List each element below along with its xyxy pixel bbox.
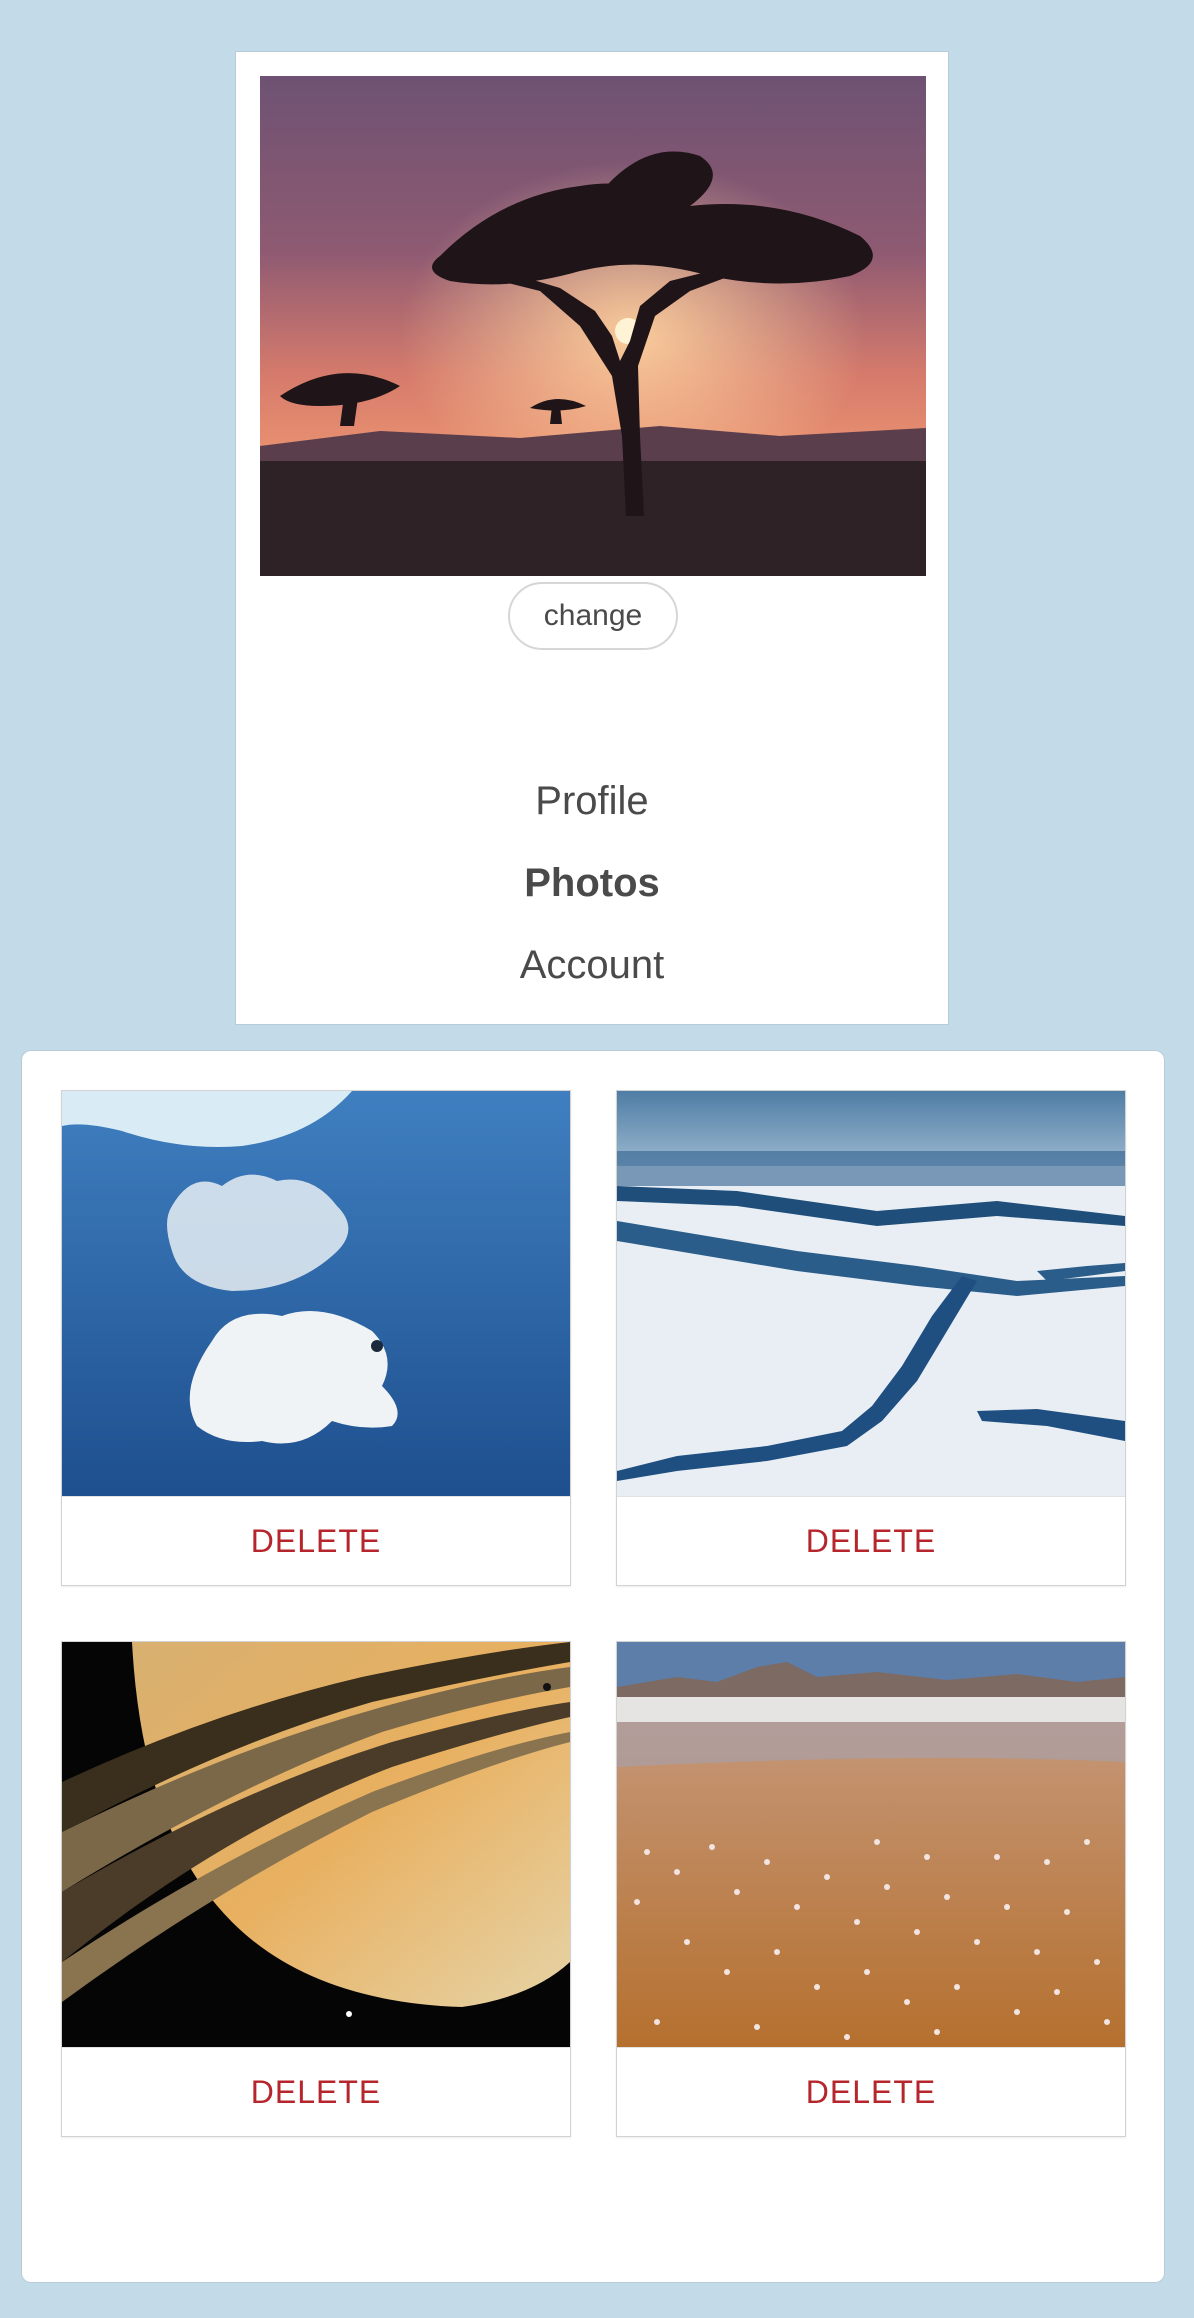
- flamingos-photo: [617, 1642, 1125, 2047]
- photo-card: DELETE: [616, 1090, 1126, 1586]
- saturn-photo: [62, 1642, 570, 2047]
- polar-bear-photo: [62, 1091, 570, 1496]
- change-cover-button[interactable]: change: [508, 582, 678, 650]
- delete-button[interactable]: DELETE: [62, 1496, 570, 1586]
- photo-card: DELETE: [61, 1641, 571, 2137]
- delete-button[interactable]: DELETE: [617, 1496, 1125, 1586]
- profile-card: change Profile Photos Account: [235, 51, 949, 1025]
- sea-ice-photo: [617, 1091, 1125, 1496]
- delete-button[interactable]: DELETE: [617, 2047, 1125, 2137]
- cover-photo: [260, 76, 926, 576]
- profile-nav: Profile Photos Account: [236, 760, 948, 1006]
- nav-item-account[interactable]: Account: [236, 924, 948, 1006]
- nav-item-profile[interactable]: Profile: [236, 760, 948, 842]
- photos-panel: DELETE DELETE DELETE DELETE: [21, 1050, 1165, 2283]
- delete-button[interactable]: DELETE: [62, 2047, 570, 2137]
- photo-card: DELETE: [616, 1641, 1126, 2137]
- photo-card: DELETE: [61, 1090, 571, 1586]
- nav-item-photos[interactable]: Photos: [236, 842, 948, 924]
